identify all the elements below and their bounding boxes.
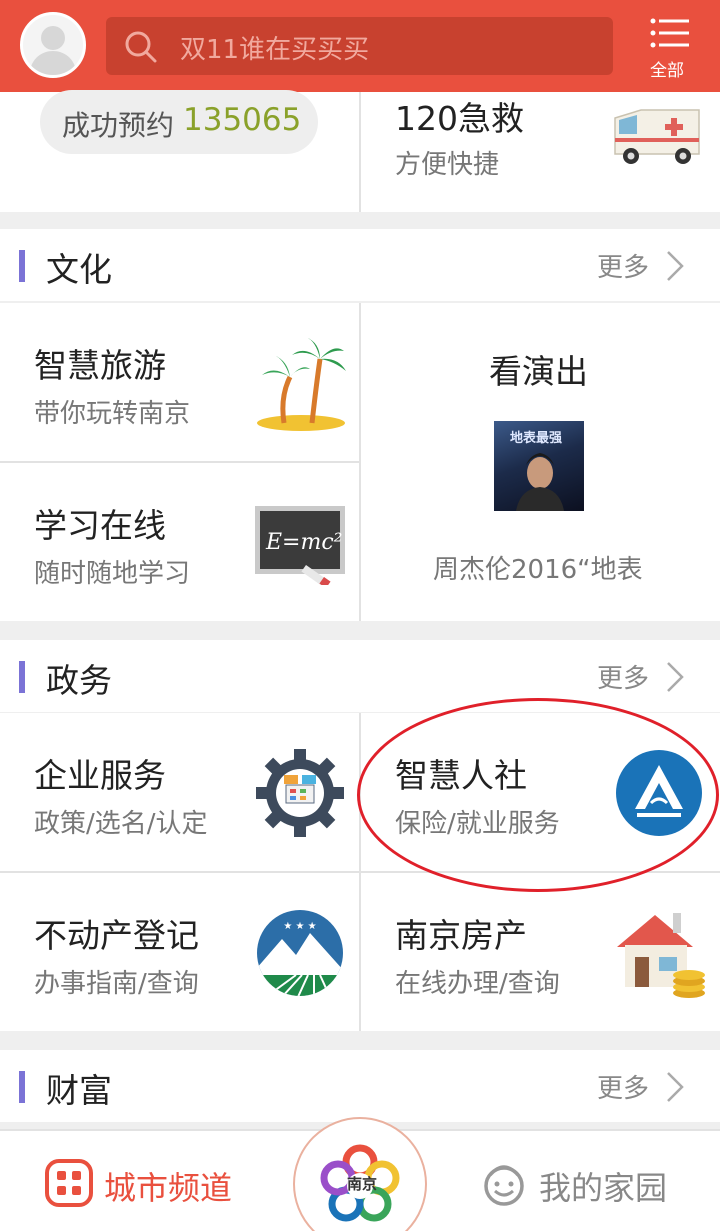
nanjing-housing-subtitle: 在线办理/查询 [395, 969, 560, 999]
real-estate-registration-subtitle: 办事指南/查询 [34, 969, 199, 999]
smart-tour-subtitle: 带你玩转南京 [34, 399, 191, 429]
all-menu-button[interactable]: 全部 [634, 8, 710, 84]
reservation-badge: 成功预约 135065 [40, 90, 318, 154]
search-placeholder: 双11谁在买买买 [180, 35, 370, 65]
section-header-wealth: 财富 更多 [0, 1050, 720, 1122]
section-header-government: 政务 更多 [0, 640, 720, 712]
center-logo-text: 南京 [346, 1175, 377, 1193]
search-bar[interactable]: 双11谁在买买买 [106, 17, 613, 75]
concert-poster: 地表最强 [494, 421, 584, 511]
chevron-right-icon[interactable] [664, 249, 686, 283]
nanjing-housing-tile[interactable]: 南京房产 在线办理/查询 [361, 873, 720, 1031]
smart-tour-title: 智慧旅游 [34, 346, 166, 385]
real-estate-registration-tile[interactable]: 不动产登记 办事指南/查询 ★ ★ ★ [0, 873, 359, 1031]
gear-icon [256, 749, 344, 837]
emergency-title: 120急救 [395, 99, 524, 138]
more-link-government[interactable]: 更多 [597, 658, 649, 695]
culture-grid: 智慧旅游 带你玩转南京 学习在线 随时随地学习 E=mc² 看演出 地表最强 周… [0, 303, 720, 621]
all-menu-label: 全部 [650, 61, 684, 81]
enterprise-service-tile[interactable]: 企业服务 政策/选名/认定 [0, 713, 359, 871]
real-estate-registration-title: 不动产登记 [34, 916, 199, 955]
nav-city-channel[interactable]: 城市频道 [30, 1131, 260, 1231]
section-header-culture: 文化 更多 [0, 229, 720, 301]
chevron-right-icon[interactable] [664, 1070, 686, 1104]
study-online-tile[interactable]: 学习在线 随时随地学习 E=mc² [0, 463, 359, 621]
city-grid-icon [45, 1159, 93, 1207]
mountain-emblem-icon: ★ ★ ★ [257, 910, 343, 996]
nanjing-housing-title: 南京房产 [395, 916, 527, 955]
section-title-culture: 文化 [46, 250, 112, 289]
section-title-wealth: 财富 [46, 1071, 112, 1110]
search-icon [125, 31, 157, 63]
nav-my-home[interactable]: 我的家园 [470, 1131, 710, 1231]
smart-tour-tile[interactable]: 智慧旅游 带你玩转南京 [0, 303, 359, 461]
emergency-subtitle: 方便快捷 [395, 150, 500, 180]
palm-tree-icon [257, 337, 346, 431]
smile-face-icon [484, 1165, 524, 1206]
section-accent-bar [19, 1071, 25, 1103]
avatar[interactable] [20, 12, 86, 78]
nav-my-home-label: 我的家园 [539, 1169, 668, 1207]
show-caption: 周杰伦2016“地表 [433, 555, 643, 585]
more-link-culture[interactable]: 更多 [597, 247, 649, 284]
chevron-right-icon[interactable] [664, 660, 686, 694]
formula-blackboard-icon: E=mc² [255, 506, 345, 585]
section-accent-bar [19, 250, 25, 282]
show-title: 看演出 [489, 352, 588, 391]
section-title-government: 政务 [46, 661, 112, 700]
show-tile[interactable]: 看演出 地表最强 周杰伦2016“地表 [361, 303, 720, 621]
nav-city-channel-label: 城市频道 [104, 1169, 233, 1207]
list-menu-icon [650, 18, 689, 48]
section-accent-bar [19, 661, 25, 693]
emergency-tile[interactable]: 120急救 方便快捷 [361, 92, 720, 212]
top-service-card: 成功预约 135065 120急救 方便快捷 [0, 90, 720, 212]
enterprise-service-subtitle: 政策/选名/认定 [34, 809, 208, 839]
svg-text:★ ★ ★: ★ ★ ★ [283, 921, 316, 932]
reservation-label: 成功预约 [62, 109, 175, 142]
house-coins-icon [617, 913, 705, 998]
highlight-circle [357, 698, 719, 892]
top-bar: 双11谁在买买买 全部 [0, 0, 720, 92]
study-online-title: 学习在线 [34, 506, 166, 545]
study-online-subtitle: 随时随地学习 [34, 559, 191, 589]
reservation-count: 135065 [183, 102, 302, 138]
more-link-wealth[interactable]: 更多 [597, 1068, 649, 1105]
ambulance-icon [614, 109, 700, 164]
enterprise-service-title: 企业服务 [34, 756, 166, 795]
svg-text:E=mc²: E=mc² [265, 530, 343, 555]
